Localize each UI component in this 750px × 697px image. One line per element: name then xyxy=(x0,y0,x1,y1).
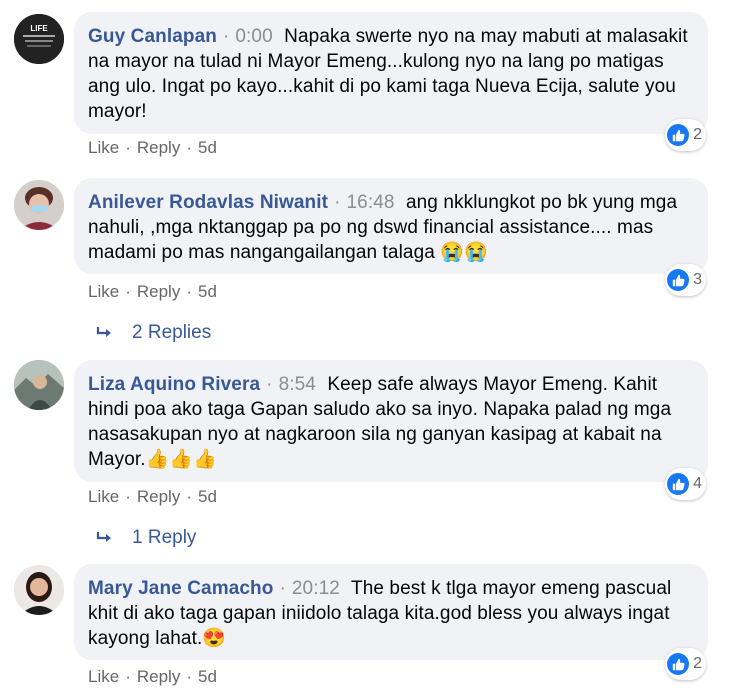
comment-author[interactable]: Liza Aquino Rivera xyxy=(88,374,260,395)
reply-link[interactable]: Reply xyxy=(137,138,180,158)
reaction-count: 2 xyxy=(693,126,702,143)
comment-text-block: Mary Jane Camacho · 20:12 The best k tlga … xyxy=(88,578,672,649)
view-replies-link[interactable]: 2 Replies xyxy=(96,322,211,344)
comment-age[interactable]: 5d xyxy=(198,138,217,158)
comment-actions: Like · Reply · 5d xyxy=(88,487,217,507)
comment-actions: Like · Reply · 5d xyxy=(88,138,217,158)
comment-actions: Like · Reply · 5d xyxy=(88,282,217,302)
thumbs-up-icon xyxy=(667,473,690,495)
avatar[interactable]: LIFE xyxy=(14,14,64,64)
comment-time: 16:48 xyxy=(346,192,395,213)
like-link[interactable]: Like xyxy=(88,138,119,158)
like-link[interactable]: Like xyxy=(88,487,119,507)
comment-text-block: Liza Aquino Rivera · 8:54 Keep safe always… xyxy=(88,374,672,470)
comment-bubble: Guy Canlapan · 0:00 Napaka swerte nyo na m… xyxy=(74,12,708,134)
reply-link[interactable]: Reply xyxy=(137,487,180,507)
comment-text-block: Guy Canlapan · 0:00 Napaka swerte nyo na m… xyxy=(88,26,688,122)
reaction-count: 4 xyxy=(693,475,702,492)
comment-age[interactable]: 5d xyxy=(198,282,217,302)
reaction-count: 3 xyxy=(693,271,702,288)
heart-eyes-emoji: 😍 xyxy=(202,628,227,649)
reply-link[interactable]: Reply xyxy=(137,667,180,687)
reaction-count-pill[interactable]: 2 xyxy=(665,119,706,151)
reply-arrow-icon xyxy=(96,532,111,542)
reaction-count: 2 xyxy=(693,655,702,672)
like-link[interactable]: Like xyxy=(88,282,119,302)
comment-time: 8:54 xyxy=(278,374,316,395)
comment-actions: Like · Reply · 5d xyxy=(88,667,217,687)
comment-bubble: Mary Jane Camacho · 20:12 The best k tlga … xyxy=(74,564,708,660)
thumbs-up-icon xyxy=(667,653,690,675)
comment-author[interactable]: Anilever Rodavlas Niwanit xyxy=(88,192,328,213)
like-link[interactable]: Like xyxy=(88,667,119,687)
comment-time: 0:00 xyxy=(235,26,273,47)
avatar[interactable] xyxy=(14,565,64,615)
reaction-count-pill[interactable]: 2 xyxy=(665,648,706,680)
reaction-count-pill[interactable]: 3 xyxy=(665,264,706,296)
reply-arrow-icon xyxy=(96,327,111,337)
avatar[interactable] xyxy=(14,360,64,410)
avatar-text: LIFE xyxy=(30,24,48,33)
comment-age[interactable]: 5d xyxy=(198,487,217,507)
avatar[interactable] xyxy=(14,180,64,230)
comment-time: 20:12 xyxy=(291,578,340,599)
thumbs-up-icon xyxy=(667,269,690,291)
crying-emoji: 😭😭 xyxy=(440,242,488,263)
reply-link[interactable]: Reply xyxy=(137,282,180,302)
replies-label[interactable]: 2 Replies xyxy=(132,322,211,344)
comment-bubble: Anilever Rodavlas Niwanit · 16:48 ang nkkl… xyxy=(74,178,708,274)
comment-bubble: Liza Aquino Rivera · 8:54 Keep safe always… xyxy=(74,360,708,482)
comment-author[interactable]: Mary Jane Camacho xyxy=(88,578,273,599)
view-replies-link[interactable]: 1 Reply xyxy=(96,527,196,549)
comment-text-block: Anilever Rodavlas Niwanit · 16:48 ang nkkl… xyxy=(88,192,678,263)
comment-age[interactable]: 5d xyxy=(198,667,217,687)
thumbs-up-emoji: 👍👍👍 xyxy=(145,449,217,470)
reaction-count-pill[interactable]: 4 xyxy=(665,468,706,500)
comment-author[interactable]: Guy Canlapan xyxy=(88,26,217,47)
replies-label[interactable]: 1 Reply xyxy=(132,527,196,549)
thumbs-up-icon xyxy=(667,124,690,146)
